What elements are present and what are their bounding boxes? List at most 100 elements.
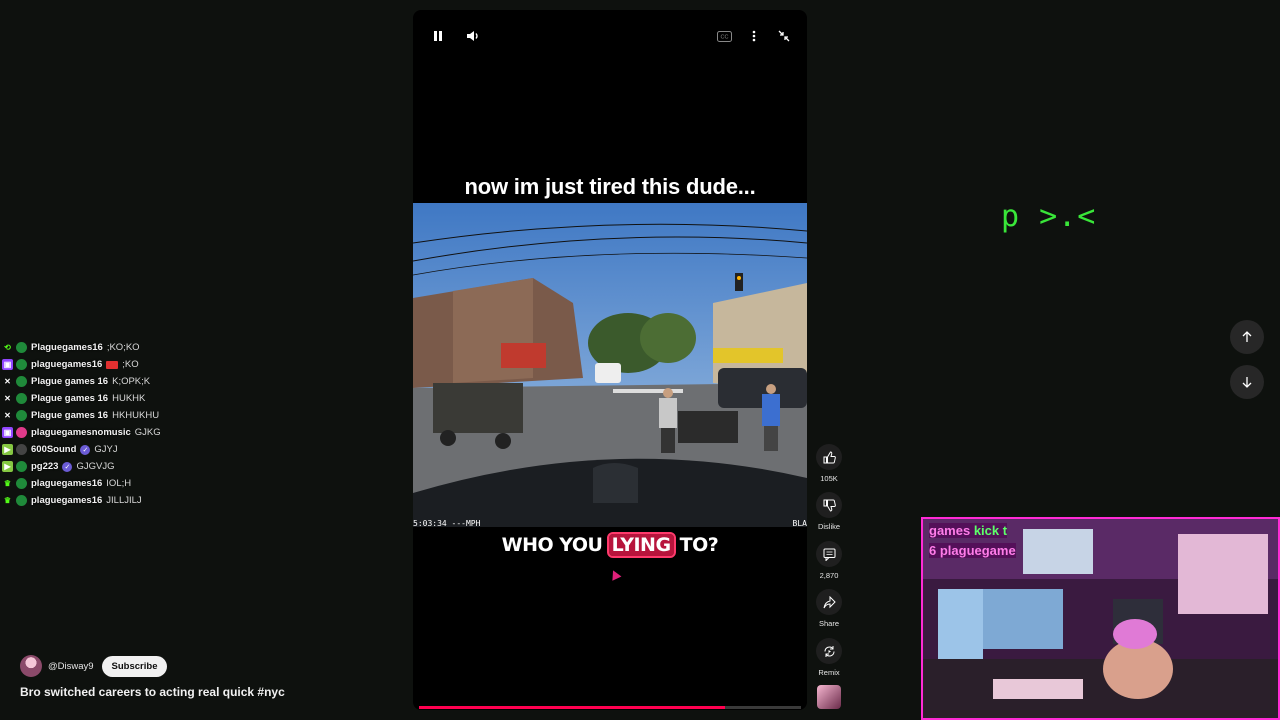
kick-platform-icon: ♛ bbox=[2, 478, 13, 489]
chat-text: GJYJ bbox=[94, 444, 118, 455]
webcam-feed: games kick t 6 plaguegame bbox=[921, 517, 1280, 720]
user-badge-icon bbox=[16, 495, 27, 506]
user-badge-icon bbox=[16, 478, 27, 489]
previous-video-button[interactable] bbox=[1230, 320, 1264, 354]
chat-text: HKHUKHU bbox=[112, 410, 160, 421]
chat-username: plaguegames16 bbox=[31, 495, 103, 506]
chat-text: GJGVJG bbox=[76, 461, 115, 472]
verified-badge-icon: ✓ bbox=[62, 461, 73, 472]
next-video-button[interactable] bbox=[1230, 365, 1264, 399]
user-badge-icon bbox=[16, 410, 27, 421]
video-player[interactable]: CC now im just tired this dude... 5:03:3… bbox=[413, 10, 807, 710]
dashcam-readout: 5:03:34 ---MPH bbox=[413, 519, 481, 528]
more-options-icon[interactable] bbox=[745, 27, 763, 45]
user-badge-icon bbox=[16, 427, 27, 438]
chat-message: ✕ Plague games 16 HUKHK bbox=[2, 390, 302, 407]
chat-message: ♛ plaguegames16 IOL;H bbox=[2, 475, 302, 492]
arrow-down-icon bbox=[1242, 377, 1252, 388]
arrow-up-icon bbox=[1242, 331, 1252, 342]
chat-text: GJKG bbox=[134, 427, 161, 438]
chat-username: plaguegames16 bbox=[31, 478, 103, 489]
dashcam-readout-right: BLA bbox=[792, 519, 807, 528]
chat-text: HUKHK bbox=[112, 393, 146, 404]
chat-username: pg223 bbox=[31, 461, 59, 472]
remix-icon bbox=[816, 638, 842, 664]
like-button[interactable]: 105K bbox=[816, 444, 842, 483]
verified-badge-icon: ✓ bbox=[80, 444, 91, 455]
user-badge-icon bbox=[16, 342, 27, 353]
camera-badge-icon bbox=[106, 360, 119, 369]
stream-overlay-text: p >.< bbox=[1001, 199, 1097, 234]
share-label: Share bbox=[818, 619, 839, 628]
comments-button[interactable]: 2,870 bbox=[816, 541, 842, 580]
chat-message: ⟲ Plaguegames16 ;KO;KO bbox=[2, 339, 302, 356]
svg-text:CC: CC bbox=[720, 34, 728, 40]
chat-username: 600Sound bbox=[31, 444, 77, 455]
comment-icon bbox=[816, 541, 842, 567]
kick-platform-icon: ⟲ bbox=[2, 342, 13, 353]
channel-bar: @Disway9 Subscribe bbox=[20, 655, 168, 677]
share-button[interactable]: Share bbox=[816, 589, 842, 628]
share-icon bbox=[816, 589, 842, 615]
chat-username: plaguegamesnomusic bbox=[31, 427, 131, 438]
user-badge-icon bbox=[16, 461, 27, 472]
twitch-platform-icon: ▣ bbox=[2, 359, 13, 370]
chat-message: ▶ pg223 ✓ GJGVJG bbox=[2, 458, 302, 475]
webcam-label-part: kick t bbox=[973, 523, 1008, 538]
remix-button[interactable]: Remix bbox=[816, 638, 842, 677]
rumble-platform-icon: ▶ bbox=[2, 444, 13, 455]
thumbs-down-icon bbox=[816, 492, 842, 518]
chat-text: K;OPK;K bbox=[112, 376, 151, 387]
chat-username: Plaguegames16 bbox=[31, 342, 103, 353]
sound-thumbnail[interactable] bbox=[817, 685, 841, 709]
x-platform-icon: ✕ bbox=[2, 376, 13, 387]
channel-avatar[interactable] bbox=[20, 655, 42, 677]
progress-bar[interactable] bbox=[419, 706, 801, 709]
video-title: Bro switched careers to acting real quic… bbox=[20, 685, 285, 699]
webcam-label-part: games bbox=[929, 523, 974, 538]
dislike-button[interactable]: Dislike bbox=[816, 492, 842, 531]
user-badge-icon bbox=[16, 444, 27, 455]
chat-message: ▣ plaguegames16 ;KO bbox=[2, 356, 302, 373]
thumbs-up-icon bbox=[816, 444, 842, 470]
chat-text: ;KO bbox=[122, 359, 139, 370]
chat-message: ▶ 600Sound ✓ GJYJ bbox=[2, 441, 302, 458]
chat-text: IOL;H bbox=[106, 478, 132, 489]
dislike-label: Dislike bbox=[817, 522, 841, 531]
chat-message: ✕ Plague games 16 HKHUKHU bbox=[2, 407, 302, 424]
chat-username: Plague games 16 bbox=[31, 376, 109, 387]
chat-message: ▣ plaguegamesnomusic GJKG bbox=[2, 424, 302, 441]
webcam-label-line2: 6 plaguegame bbox=[929, 543, 1016, 558]
exit-fullscreen-icon[interactable] bbox=[775, 27, 793, 45]
dashcam-scene-image bbox=[413, 203, 807, 527]
caption-highlight: LYING bbox=[606, 532, 676, 558]
progress-fill bbox=[419, 706, 725, 709]
kick-platform-icon: ♛ bbox=[2, 495, 13, 506]
like-count: 105K bbox=[820, 474, 838, 483]
channel-handle[interactable]: @Disway9 bbox=[48, 661, 94, 672]
chat-overlay: ⟲ Plaguegames16 ;KO;KO ▣ plaguegames16 ;KO ✕ Pl… bbox=[2, 339, 302, 509]
caption-top: now im just tired this dude... bbox=[464, 174, 756, 199]
volume-icon[interactable] bbox=[464, 27, 482, 45]
comment-count: 2,870 bbox=[819, 571, 839, 580]
chat-username: Plague games 16 bbox=[31, 410, 109, 421]
user-badge-icon bbox=[16, 393, 27, 404]
pause-icon[interactable] bbox=[429, 27, 447, 45]
chat-text: ;KO;KO bbox=[106, 342, 140, 353]
caption-bottom: WHO YOU LYING TO? bbox=[413, 532, 807, 558]
caption-bottom-part: TO? bbox=[673, 534, 719, 556]
captions-icon[interactable]: CC bbox=[715, 27, 733, 45]
x-platform-icon: ✕ bbox=[2, 393, 13, 404]
chat-text: JILLJILJ bbox=[106, 495, 142, 506]
rumble-platform-icon: ▶ bbox=[2, 461, 13, 472]
remix-label: Remix bbox=[818, 668, 840, 677]
chat-username: Plague games 16 bbox=[31, 393, 109, 404]
user-badge-icon bbox=[16, 376, 27, 387]
user-badge-icon bbox=[16, 359, 27, 370]
webcam-label-line1: games kick t bbox=[929, 523, 1008, 538]
chat-message: ✕ Plague games 16 K;OPK;K bbox=[2, 373, 302, 390]
subscribe-button[interactable]: Subscribe bbox=[101, 655, 168, 677]
x-platform-icon: ✕ bbox=[2, 410, 13, 421]
caption-bottom-part: WHO YOU bbox=[501, 534, 609, 556]
twitch-platform-icon: ▣ bbox=[2, 427, 13, 438]
